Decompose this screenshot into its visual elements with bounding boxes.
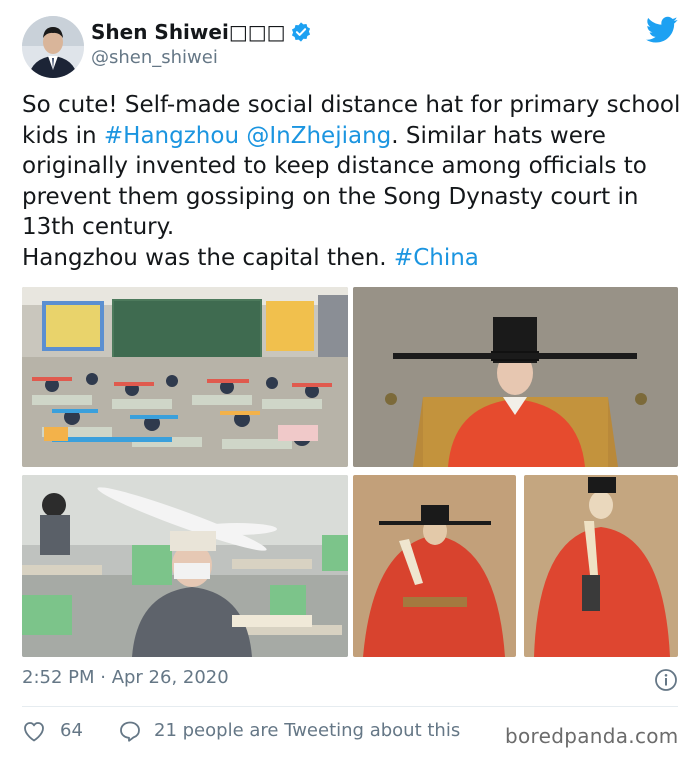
verified-badge-icon [291, 22, 310, 42]
media-image-portrait-2[interactable] [524, 475, 678, 657]
media-image-portrait-1[interactable] [353, 475, 516, 657]
media-image-actor[interactable] [353, 287, 678, 467]
watermark: boredpanda.com [505, 724, 679, 748]
tweet-text-part: Hangzhou was the capital then. [22, 244, 394, 271]
tweet-timestamp[interactable]: 2:52 PM · Apr 26, 2020 [22, 667, 229, 688]
author-handle[interactable]: @shen_shiwei [91, 47, 218, 68]
mention-link[interactable]: @InZhejiang [246, 123, 391, 149]
media-grid [22, 287, 678, 657]
twitter-bird-icon[interactable] [646, 16, 678, 44]
footer-divider [22, 706, 678, 707]
author-name-row[interactable]: Shen Shiwei □□□ [91, 20, 312, 44]
speech-bubble-icon[interactable] [118, 720, 142, 742]
avatar[interactable] [22, 16, 84, 78]
author-name-suffix: □□□ [228, 20, 286, 44]
media-image-student[interactable] [22, 475, 348, 657]
heart-icon[interactable] [22, 720, 46, 742]
tweeting-about-link[interactable]: 21 people are Tweeting about this [154, 720, 460, 741]
author-name[interactable]: Shen Shiwei [91, 20, 229, 44]
info-icon[interactable] [654, 668, 678, 692]
hashtag-link[interactable]: #Hangzhou [104, 123, 239, 149]
media-image-classroom[interactable] [22, 287, 348, 467]
like-count[interactable]: 64 [60, 720, 83, 741]
tweet-text: So cute! Self-made social distance hat f… [22, 90, 682, 273]
hashtag-link[interactable]: #China [394, 245, 479, 271]
